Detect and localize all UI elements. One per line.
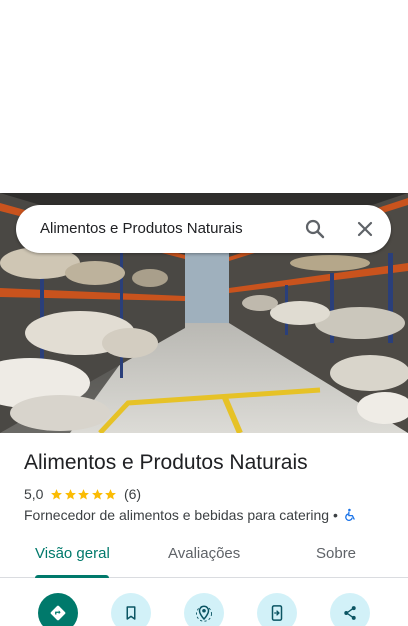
search-bar: Alimentos e Produtos Naturais bbox=[16, 205, 391, 253]
star-icon bbox=[105, 488, 117, 499]
nearby-button[interactable] bbox=[184, 593, 224, 626]
star-icon bbox=[92, 488, 103, 499]
rating-row[interactable]: 5,0 (6) bbox=[24, 485, 141, 503]
map-blank-area bbox=[0, 0, 408, 193]
category-row: Fornecedor de alimentos e bebidas para c… bbox=[24, 506, 357, 524]
place-category: Fornecedor de alimentos e bebidas para c… bbox=[24, 507, 338, 523]
send-to-phone-icon bbox=[271, 605, 283, 621]
tab-reviews[interactable]: Avaliações bbox=[168, 545, 240, 562]
wheelchair-accessible-icon bbox=[345, 508, 355, 521]
save-button[interactable] bbox=[111, 593, 151, 626]
nearby-icon bbox=[196, 605, 212, 622]
search-input[interactable]: Alimentos e Produtos Naturais bbox=[40, 220, 243, 237]
search-icon[interactable] bbox=[303, 217, 327, 241]
action-buttons bbox=[0, 593, 408, 626]
tab-overview[interactable]: Visão geral bbox=[35, 545, 110, 562]
place-title: Alimentos e Produtos Naturais bbox=[24, 451, 308, 474]
active-tab-indicator bbox=[35, 575, 109, 578]
share-icon bbox=[344, 606, 356, 620]
send-to-phone-button[interactable] bbox=[257, 593, 297, 626]
star-icon bbox=[51, 488, 63, 499]
close-icon[interactable] bbox=[353, 217, 377, 241]
place-tabs: Visão geral Avaliações Sobre bbox=[0, 531, 408, 578]
star-icon bbox=[65, 488, 76, 499]
rating-stars bbox=[50, 488, 118, 501]
rating-value: 5,0 bbox=[24, 486, 44, 502]
share-button[interactable] bbox=[330, 593, 370, 626]
star-icon bbox=[78, 488, 90, 499]
directions-button[interactable] bbox=[38, 593, 78, 626]
bookmark-icon bbox=[126, 606, 136, 620]
tab-about[interactable]: Sobre bbox=[316, 545, 356, 562]
directions-icon bbox=[50, 605, 66, 621]
review-count[interactable]: (6) bbox=[124, 486, 141, 502]
